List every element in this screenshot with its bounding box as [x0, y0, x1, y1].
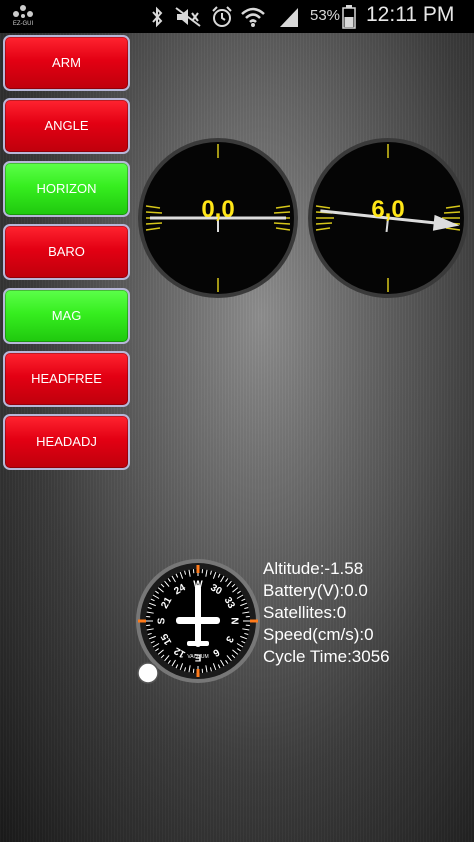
- mode-button-headfree[interactable]: HEADFREE: [3, 351, 130, 407]
- heading-indicator: N36E1215S2124W3033 VACUUM: [134, 557, 262, 687]
- mode-button-arm[interactable]: ARM: [3, 35, 130, 91]
- telemetry-panel: Altitude:-1.58 Battery(V):0.0 Satellites…: [263, 558, 390, 668]
- speed-readout: Speed(cm/s):0: [263, 625, 374, 644]
- mode-button-baro[interactable]: BARO: [3, 224, 130, 280]
- battery-icon: [342, 5, 356, 29]
- mode-button-mag[interactable]: MAG: [3, 288, 130, 344]
- app-icon: EZ-GUI: [8, 4, 38, 30]
- pitch-value: 6,0: [371, 196, 405, 223]
- mode-button-horizon[interactable]: HORIZON: [3, 161, 130, 217]
- clock: 12:11 PM: [366, 3, 455, 26]
- battery-percent: 53%: [310, 7, 341, 24]
- heading-set-knob[interactable]: [136, 661, 160, 685]
- wifi-icon: [241, 7, 265, 27]
- app-icon-label: EZ-GUI: [12, 21, 34, 27]
- altitude-readout: Altitude:-1.58: [263, 559, 364, 578]
- mode-button-angle[interactable]: ANGLE: [3, 98, 130, 154]
- pitch-gauge: 6,0: [306, 136, 470, 300]
- alarm-icon: [212, 6, 232, 27]
- mode-button-headadj[interactable]: HEADADJ: [3, 414, 130, 470]
- cycle-time-readout: Cycle Time:3056: [263, 647, 390, 666]
- battery-readout: Battery(V):0.0: [263, 581, 368, 600]
- mute-icon: [175, 7, 201, 27]
- app-content: ARM ANGLE HORIZON BARO MAG HEADFREE HEAD…: [0, 33, 474, 842]
- heading-tick-label: S: [157, 617, 168, 624]
- satellites-readout: Satellites:0: [263, 603, 347, 622]
- signal-icon: [280, 8, 298, 27]
- bluetooth-icon: [152, 6, 163, 28]
- roll-value: 0,0: [201, 196, 235, 223]
- heading-label: VACUUM: [187, 654, 208, 660]
- heading-tick-label: N: [229, 617, 240, 624]
- status-bar: EZ-GUI 53% 12:11 PM: [0, 0, 474, 33]
- roll-gauge: 0,0: [136, 136, 300, 300]
